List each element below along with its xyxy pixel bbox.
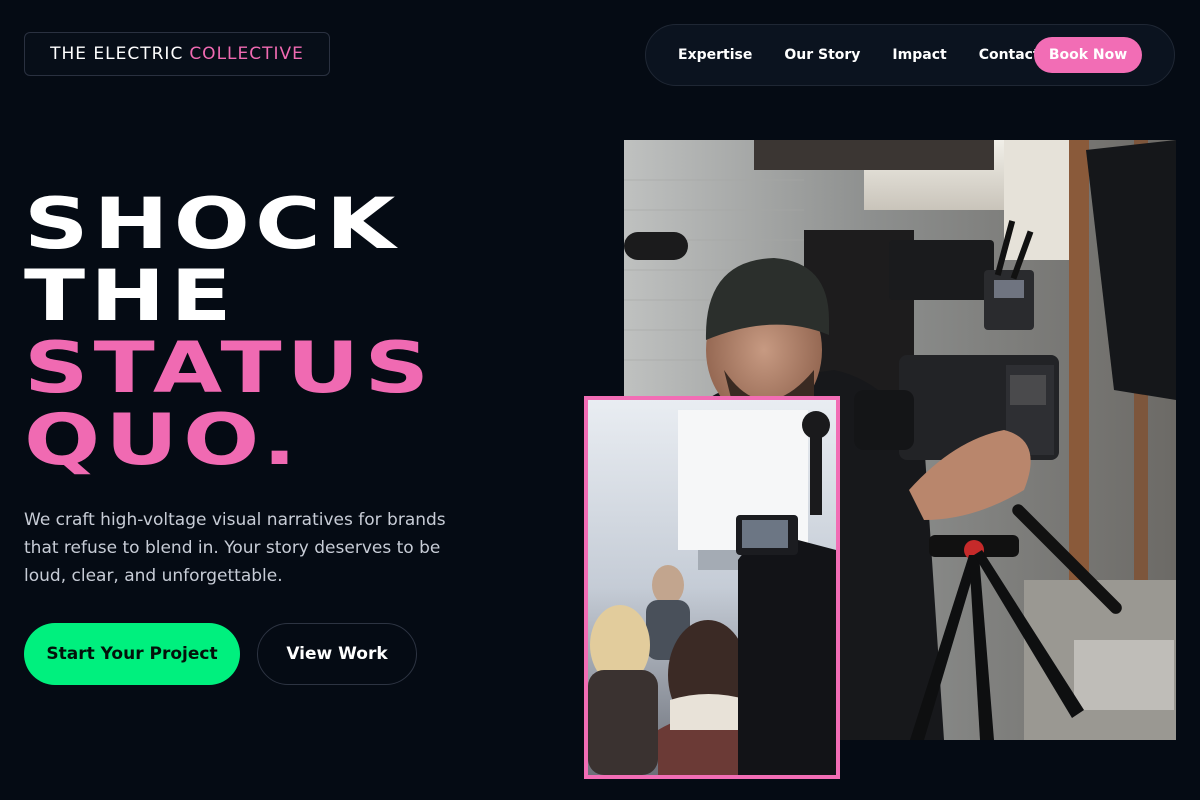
- headline-line-2: THE: [24, 255, 237, 337]
- headline-line-4: QUO.: [24, 399, 302, 481]
- nav-item-impact[interactable]: Impact: [892, 47, 946, 63]
- hero-headline: SHOCK THE STATUS QUO.: [24, 188, 434, 476]
- brand-logo[interactable]: THE ELECTRIC COLLECTIVE: [24, 32, 330, 76]
- book-now-button[interactable]: Book Now: [1034, 37, 1142, 73]
- main-nav: Expertise Our Story Impact Contact Book …: [645, 24, 1175, 86]
- brand-name-part1: THE ELECTRIC: [50, 44, 184, 64]
- nav-item-our-story[interactable]: Our Story: [784, 47, 860, 63]
- headline-line-1: SHOCK: [24, 183, 401, 265]
- headline-line-3: STATUS: [24, 327, 435, 409]
- crew-photo: [584, 396, 840, 779]
- nav-item-contact[interactable]: Contact: [979, 47, 1040, 63]
- brand-name-part2: COLLECTIVE: [189, 44, 304, 64]
- nav-item-expertise[interactable]: Expertise: [678, 47, 752, 63]
- hero-description: We craft high-voltage visual narratives …: [24, 510, 446, 586]
- start-project-button[interactable]: Start Your Project: [24, 623, 240, 685]
- view-work-button[interactable]: View Work: [257, 623, 417, 685]
